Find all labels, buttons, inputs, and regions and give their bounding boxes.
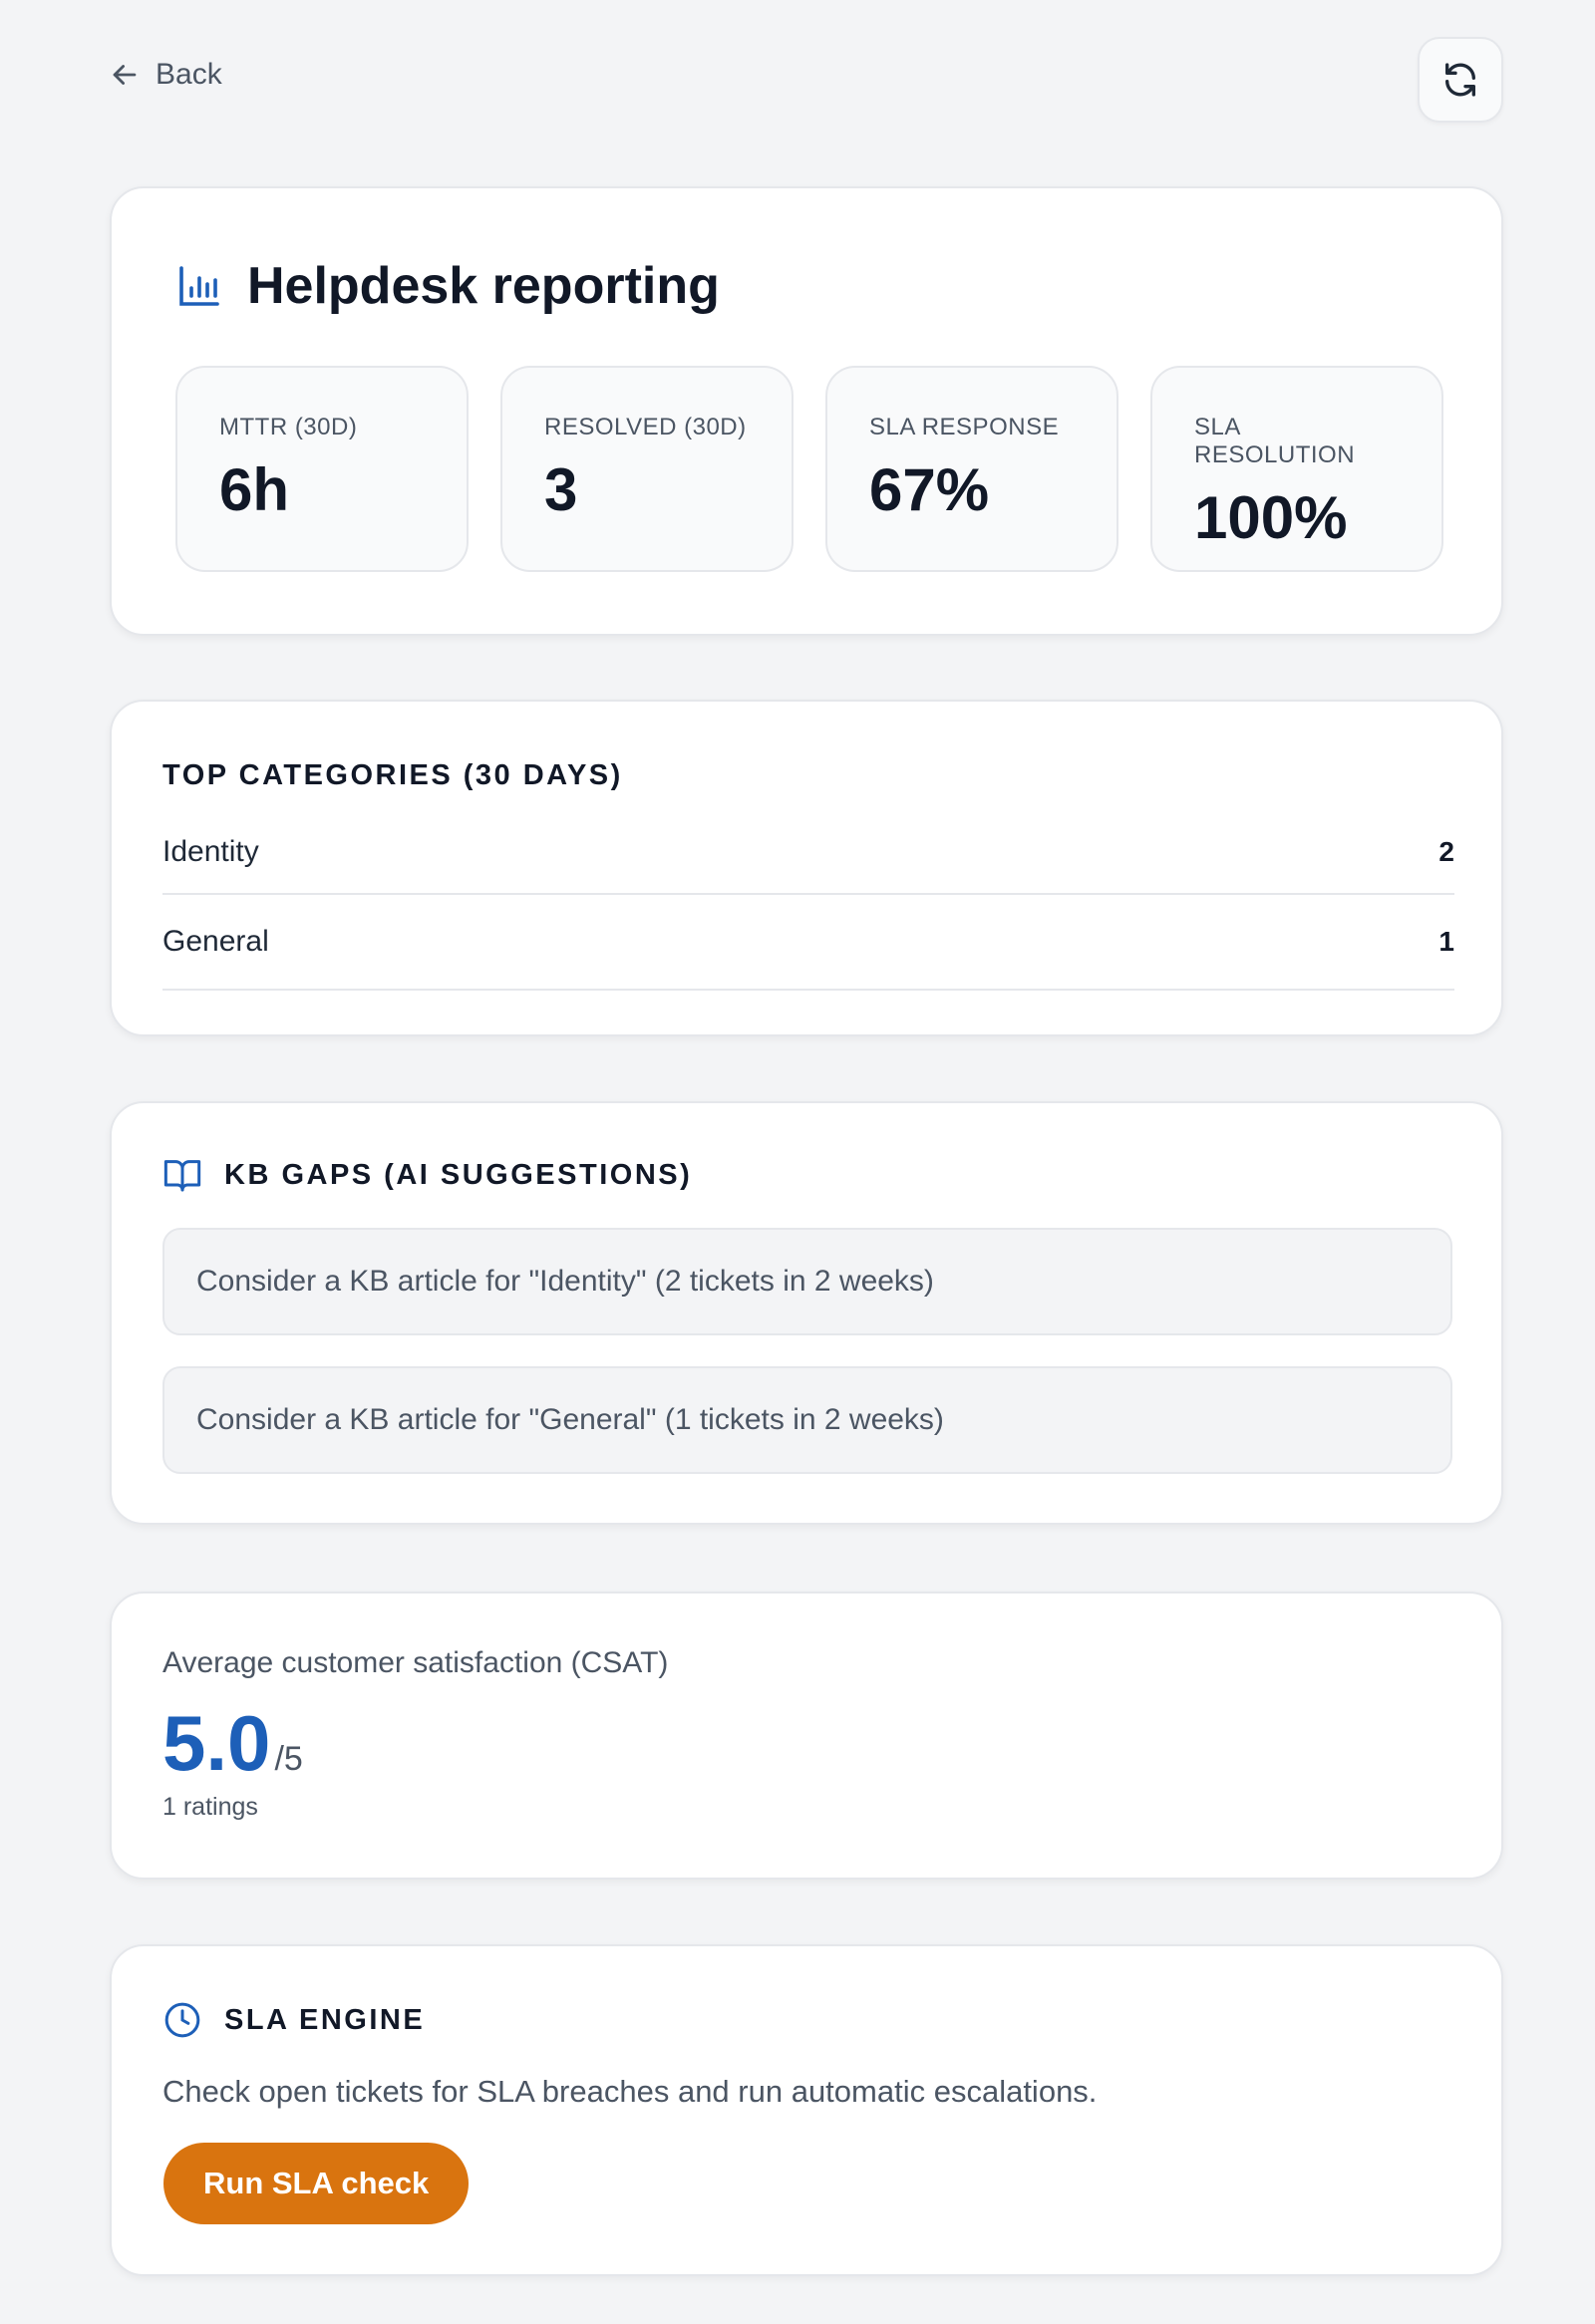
csat-card: Average customer satisfaction (CSAT) 5.0…: [110, 1592, 1503, 1880]
section-heading-text: SLA ENGINE: [224, 2003, 426, 2036]
stat-mttr: MTTR (30D) 6h: [175, 366, 469, 572]
list-item: Identity 2: [162, 823, 1454, 895]
csat-score: 5.0 /5: [162, 1698, 303, 1789]
stat-label: MTTR (30D): [219, 414, 358, 440]
csat-label: Average customer satisfaction (CSAT): [162, 1646, 669, 1679]
top-categories-card: TOP CATEGORIES (30 DAYS) Identity 2 Gene…: [110, 700, 1503, 1036]
csat-scale: /5: [274, 1740, 303, 1778]
stat-value: 6h: [219, 456, 290, 523]
stat-label: RESOLVED (30D): [544, 414, 747, 440]
stat-value: 3: [544, 456, 578, 523]
back-link[interactable]: Back: [108, 58, 222, 92]
back-label: Back: [156, 58, 222, 91]
kb-suggestion: Consider a KB article for "General" (1 t…: [162, 1366, 1452, 1474]
bar-chart-icon: [179, 266, 219, 306]
stat-sla-response: SLA RESPONSE 67%: [825, 366, 1118, 572]
kb-suggestion: Consider a KB article for "Identity" (2 …: [162, 1228, 1452, 1335]
sla-description: Check open tickets for SLA breaches and …: [162, 2074, 1098, 2109]
stat-value: 100%: [1194, 484, 1348, 551]
category-name: Identity: [162, 835, 259, 868]
clock-icon: [164, 2002, 200, 2038]
book-open-icon: [163, 1160, 201, 1192]
page-title: Helpdesk reporting: [247, 257, 720, 315]
csat-ratings-count: 1 ratings: [162, 1793, 258, 1821]
report-summary-card: Helpdesk reporting MTTR (30D) 6h RESOLVE…: [110, 186, 1503, 636]
run-sla-check-button[interactable]: Run SLA check: [163, 2143, 470, 2224]
report-header: Helpdesk reporting: [175, 256, 720, 316]
section-heading: SLA ENGINE: [162, 2000, 425, 2040]
sla-engine-card: SLA ENGINE Check open tickets for SLA br…: [110, 1944, 1503, 2276]
stats-row: MTTR (30D) 6h RESOLVED (30D) 3 SLA RESPO…: [175, 366, 1443, 572]
section-heading: KB GAPS (AI SUGGESTIONS): [162, 1155, 692, 1195]
stat-sla-resolution: SLA RESOLUTION 100%: [1150, 366, 1443, 572]
section-heading-text: KB GAPS (AI SUGGESTIONS): [224, 1158, 693, 1191]
category-name: General: [162, 925, 269, 958]
stat-resolved: RESOLVED (30D) 3: [500, 366, 794, 572]
refresh-button[interactable]: [1418, 37, 1503, 123]
arrow-left-icon: [113, 65, 137, 85]
stat-value: 67%: [869, 456, 990, 523]
stat-label: SLA RESOLUTION: [1194, 414, 1356, 468]
section-heading: TOP CATEGORIES (30 DAYS): [162, 759, 623, 791]
kb-gaps-card: KB GAPS (AI SUGGESTIONS) Consider a KB a…: [110, 1101, 1503, 1525]
helpdesk-reporting-page: Back Helpdesk reporting MTTR (30D) 6h RE…: [0, 0, 1595, 2324]
csat-value: 5.0: [162, 1699, 271, 1787]
stat-label: SLA RESPONSE: [869, 414, 1060, 440]
refresh-icon: [1445, 63, 1475, 97]
list-item: General 1: [162, 895, 1454, 991]
category-list: Identity 2 General 1: [162, 823, 1454, 991]
category-count: 1: [1438, 926, 1454, 957]
category-count: 2: [1438, 836, 1454, 867]
